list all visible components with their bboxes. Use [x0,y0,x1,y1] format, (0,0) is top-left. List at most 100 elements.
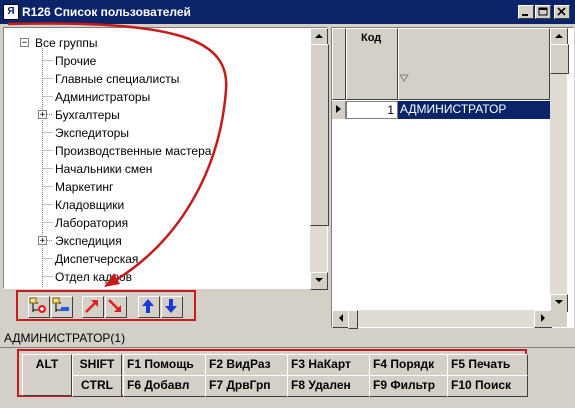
divider [0,347,575,348]
f1-key: F1 [127,357,142,371]
tree-item[interactable]: Экспедиция [55,234,122,248]
tree-item[interactable]: Администраторы [55,90,150,104]
function-keys-panel: ALT SHIFT CTRL F1 Помощь F2 ВидРаз F3 На… [17,349,528,397]
column-header-code-label: Код [361,32,382,44]
cell-name[interactable]: АДМИНИСТРАТОР [398,101,550,119]
f3-key: F3 [291,357,306,371]
arrow-up-small-icon [555,34,563,38]
arrow-left-small-icon [339,314,343,322]
f4-button[interactable]: F4 Порядк [369,354,450,376]
arrow-up-small-icon [315,34,323,38]
f10-label: Поиск [475,378,512,392]
f6-label: Добавл [144,378,190,392]
tree-item[interactable]: Прочие [55,54,96,68]
f6-button[interactable]: F6 Добавл [123,375,208,397]
app-icon[interactable]: Я [3,4,19,20]
alt-key-label: ALT [35,357,59,371]
f6-key: F6 [127,378,142,392]
tree-scrollbar[interactable] [310,28,329,290]
tree-lines [42,48,53,288]
tree-toolbar [16,290,196,321]
f2-label: ВидРаз [226,357,271,371]
tree-item[interactable]: Производственные мастера [55,144,211,158]
f7-button[interactable]: F7 ДрвГрп [205,375,290,397]
arrow-down-small-icon [315,278,323,282]
scroll-thumb[interactable] [348,310,358,329]
grid-vscrollbar[interactable] [550,28,569,312]
tree-item[interactable]: Отдел кадров [55,270,132,284]
f7-key: F7 [209,378,224,392]
f4-label: Порядк [390,357,435,371]
ctrl-key[interactable]: CTRL [72,375,122,397]
f3-button[interactable]: F3 НаКарт [287,354,372,376]
f8-key: F8 [291,378,306,392]
current-row-icon [336,105,341,113]
f2-key: F2 [209,357,224,371]
column-header-name[interactable] [398,28,550,100]
f3-label: НаКарт [308,357,351,371]
expand-icon[interactable]: + [38,110,47,120]
tree-item[interactable]: Начальники смен [55,162,152,176]
column-header-code[interactable]: Код [346,28,398,100]
close-button[interactable] [554,5,570,19]
status-text: АДМИНИСТРАТОР(1) [4,331,126,345]
scroll-thumb[interactable] [550,44,569,74]
f5-button[interactable]: F5 Печать [447,354,528,376]
close-icon [557,7,566,16]
users-grid[interactable]: Код 1 АДМИНИСТРАТОР [331,27,574,329]
expand-icon[interactable]: + [38,236,47,246]
group-tree[interactable]: − Все группы Прочие Главные специалисты … [3,27,329,290]
tree-item[interactable]: Диспетчерская [55,252,138,266]
scroll-thumb[interactable] [310,44,329,226]
move-down-right-button[interactable] [105,296,127,318]
sort-icon [399,74,409,82]
f10-button[interactable]: F10 Поиск [447,375,528,397]
tree-item[interactable]: Маркетинг [55,180,113,194]
add-group-button[interactable] [28,296,50,318]
move-up-button[interactable] [138,296,160,318]
tree-item[interactable]: Лаборатория [55,216,128,230]
f9-label: Фильтр [390,378,436,392]
f8-button[interactable]: F8 Удален [287,375,372,397]
title-bar[interactable]: Я R126 Список пользователей [0,0,575,24]
alt-key[interactable]: ALT [22,354,72,396]
arrow-up-right-icon [85,300,98,313]
ctrl-key-label: CTRL [81,378,113,392]
minimize-icon [522,14,528,16]
f1-button[interactable]: F1 Помощь [123,354,208,376]
tree-item[interactable]: Кладовщики [55,198,124,212]
minimize-button[interactable] [518,5,534,19]
arrow-down-small-icon [555,300,563,304]
scroll-down-button[interactable] [310,272,328,290]
status-bar: АДМИНИСТРАТОР(1) [0,330,575,348]
maximize-button[interactable] [535,5,551,19]
cell-code[interactable]: 1 [346,101,398,119]
f2-button[interactable]: F2 ВидРаз [205,354,290,376]
move-down-button[interactable] [161,296,183,318]
f10-key: F10 [451,378,472,392]
grid-row-header [332,28,346,100]
grid-hscrollbar[interactable] [332,310,552,329]
f5-label: Печать [468,357,511,371]
shift-key[interactable]: SHIFT [72,354,122,376]
f1-label: Помощь [144,357,194,371]
collapse-icon[interactable]: − [20,38,29,48]
remove-group-button[interactable] [51,296,73,318]
tree-item[interactable]: Главные специалисты [55,72,179,86]
move-up-right-button[interactable] [82,296,104,318]
window-title: R126 Список пользователей [22,5,191,19]
f8-label: Удален [308,378,351,392]
f4-key: F4 [373,357,388,371]
maximize-icon [538,7,548,16]
tree-item-all-groups[interactable]: Все группы [35,36,98,50]
f9-button[interactable]: F9 Фильтр [369,375,450,397]
f5-key: F5 [451,357,466,371]
f9-key: F9 [373,378,388,392]
row-indicator[interactable] [332,101,346,119]
remove-group-icon [52,297,69,312]
arrow-down-icon [165,299,177,313]
tree-item[interactable]: Бухгалтеры [55,108,120,122]
add-group-icon [29,297,46,313]
arrow-down-right-icon [108,299,121,312]
tree-item[interactable]: Экспедиторы [55,126,129,140]
